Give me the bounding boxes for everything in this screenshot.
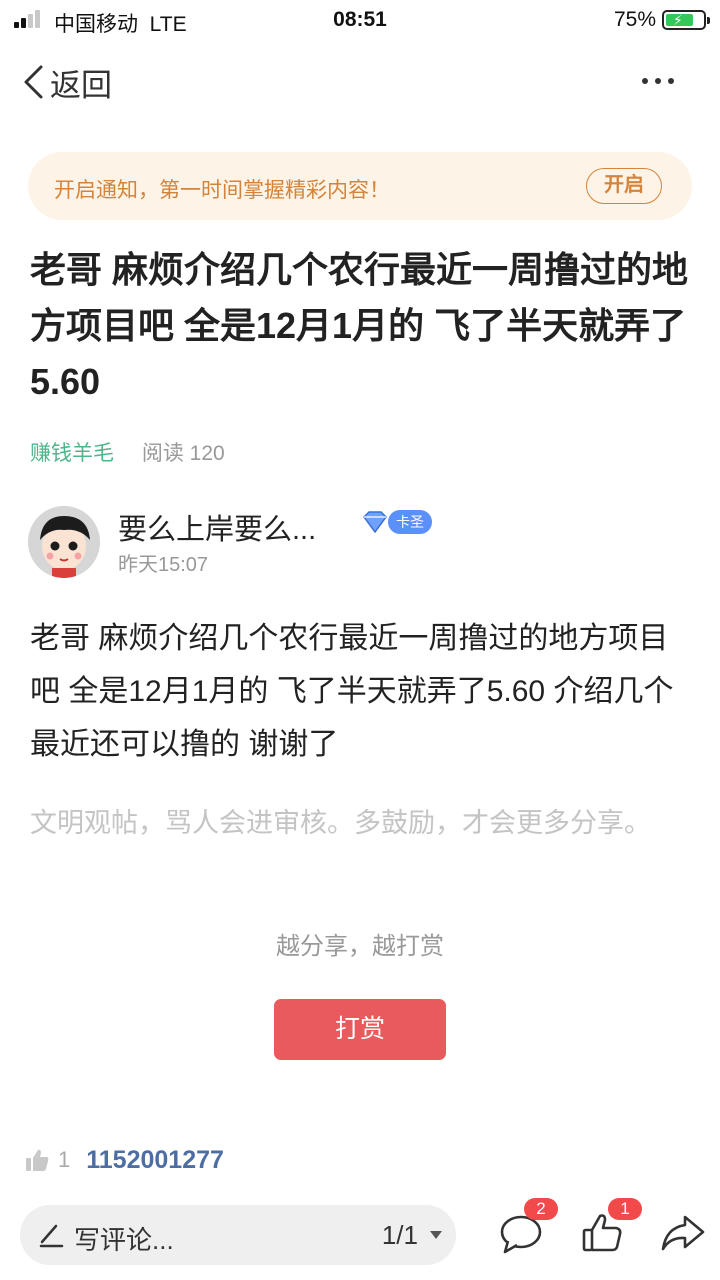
category-link[interactable]: 赚钱羊毛 [30,442,114,465]
read-count: 阅读 120 [141,442,225,465]
civility-notice: 文明观帖，骂人会进审核。多鼓励，才会更多分享。 [30,808,651,838]
badge-label: 卡圣 [388,510,432,534]
nav-bar: 返回 [0,52,720,112]
back-button[interactable]: 返回 [22,60,112,104]
enable-notification-button[interactable]: 开启 [586,168,662,204]
share-button[interactable] [658,1208,708,1258]
status-bar: 中国移动 LTE 08:51 75% ⚡ [0,0,720,40]
battery-percent: 75% [613,8,656,31]
post-time: 昨天15:07 [118,554,209,576]
comment-count-badge: 2 [524,1198,558,1220]
share-icon [661,1215,705,1251]
likes-row: 1 1152001277 [24,1143,224,1177]
pencil-icon [39,1224,64,1248]
thumb-up-icon [26,1149,49,1171]
caret-down-icon [430,1231,442,1239]
comment-button[interactable]: 2 [496,1198,558,1258]
more-icon[interactable] [638,72,678,92]
page-indicator[interactable]: 1/1 [382,1220,418,1251]
comment-placeholder: 写评论... [74,1225,174,1255]
reward-button[interactable]: 打赏 [274,999,446,1060]
post-meta: 赚钱羊毛 阅读 120 [30,437,225,467]
avatar-image [28,506,100,578]
like-button[interactable]: 1 [578,1198,642,1258]
chevron-left-icon [24,65,43,99]
comment-input[interactable]: 写评论... 1/1 [20,1205,456,1265]
battery-icon: ⚡ [662,10,710,30]
liker-name[interactable]: 1152001277 [86,1146,224,1175]
diamond-icon [363,511,387,534]
avatar[interactable] [28,506,100,578]
post-body: 老哥 麻烦介绍几个农行最近一周撸过的地方项目吧 全是12月1月的 飞了半天就弄了… [30,622,674,761]
like-count: 1 [58,1147,71,1172]
vip-badge: 卡圣 [360,510,434,534]
notification-banner: 开启通知，第一时间掌握精彩内容！ 开启 [28,152,692,220]
share-hint: 越分享，越打赏 [276,933,444,960]
author-name[interactable]: 要么上岸要么... [118,506,316,548]
back-label: 返回 [50,67,112,103]
clock: 08:51 [333,8,387,31]
like-count-badge: 1 [608,1198,642,1220]
post-title: 老哥 麻烦介绍几个农行最近一周撸过的地方项目吧 全是12月1月的 飞了半天就弄了… [30,249,689,402]
notification-text: 开启通知，第一时间掌握精彩内容！ [54,179,390,202]
